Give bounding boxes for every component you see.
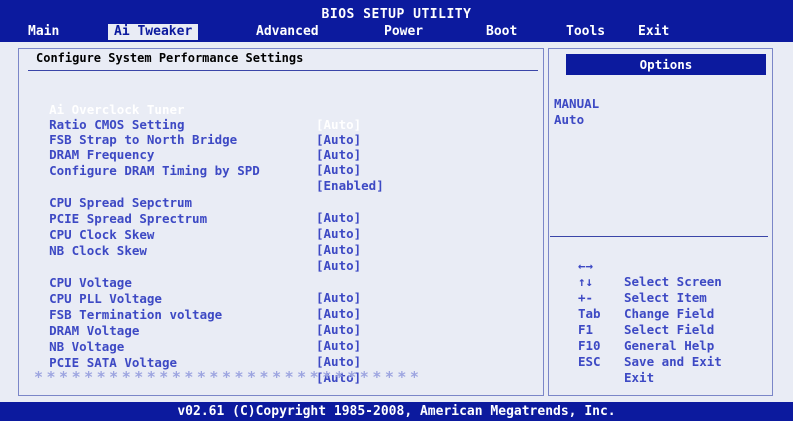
menu-tools[interactable]: Tools	[566, 24, 605, 40]
setting-value[interactable]: [Auto]	[316, 162, 361, 177]
setting-value[interactable]: [Auto]	[316, 226, 361, 241]
menu-ai-tweaker[interactable]: Ai Tweaker	[108, 24, 199, 40]
setting-value[interactable]: [Enabled]	[316, 178, 384, 193]
menu-advanced[interactable]: Advanced	[256, 24, 319, 40]
option-item[interactable]: Auto	[554, 112, 599, 128]
help-row: F10 Save and Exit	[0, 322, 793, 369]
setting-row-ai-overclock-tuner[interactable]: Ai Overclock Tuner [Auto]	[34, 87, 361, 132]
help-row: F1 General Help	[0, 306, 793, 353]
setting-value[interactable]: [Auto]	[316, 210, 361, 225]
help-row: ↑↓ Select Item	[0, 258, 793, 305]
setting-value[interactable]: [Auto]	[316, 147, 361, 162]
menu-power[interactable]: Power	[384, 24, 423, 40]
setting-row-dram-timing-spd[interactable]: Configure DRAM Timing by SPD [Enabled]	[34, 148, 384, 193]
help-text: Save and Exit	[624, 354, 722, 369]
setting-row-nb-clock-skew[interactable]: NB Clock Skew [Auto]	[34, 228, 361, 273]
setting-row-cpu-clock-skew[interactable]: CPU Clock Skew [Auto]	[34, 212, 361, 257]
help-row: ESC Exit	[0, 338, 793, 385]
setting-row-cpu-spread-spectrum[interactable]: CPU Spread Sepctrum [Auto]	[34, 180, 361, 225]
options-list: MANUAL Auto	[554, 96, 599, 128]
menu-main[interactable]: Main	[28, 24, 59, 40]
help-text: Exit	[624, 370, 655, 385]
options-title: Options	[566, 54, 766, 75]
menu-exit[interactable]: Exit	[638, 24, 669, 40]
setting-value[interactable]: [Auto]	[316, 132, 361, 147]
bios-title: BIOS SETUP UTILITY	[321, 7, 472, 22]
divider	[28, 70, 538, 71]
setting-row-dram-frequency[interactable]: DRAM Frequency [Auto]	[34, 132, 361, 177]
setting-row-pcie-spread-spectrum[interactable]: PCIE Spread Sprectrum [Auto]	[34, 196, 361, 241]
setting-row-fsb-strap[interactable]: FSB Strap to North Bridge [Auto]	[34, 117, 361, 162]
stars-separator: *******************************	[34, 368, 423, 386]
menu-bar: BIOS SETUP UTILITY Main Ai Tweaker Advan…	[0, 0, 793, 42]
setting-value[interactable]: [Auto]	[316, 117, 361, 132]
option-item[interactable]: MANUAL	[554, 96, 599, 112]
copyright-footer: v02.61 (C)Copyright 1985-2008, American …	[0, 402, 793, 421]
help-row: +- Change Field	[0, 274, 793, 321]
help-divider	[550, 236, 768, 237]
setting-row-ratio-cmos[interactable]: Ratio CMOS Setting [Auto]	[34, 102, 361, 147]
help-row: ←→ Select Screen	[0, 242, 793, 289]
help-row: Tab Select Field	[0, 290, 793, 337]
panel-heading: Configure System Performance Settings	[36, 51, 304, 65]
help-key: ESC	[578, 354, 601, 369]
menu-boot[interactable]: Boot	[486, 24, 517, 40]
setting-value[interactable]: [Auto]	[316, 354, 361, 369]
setting-label: Configure DRAM Timing by SPD	[49, 163, 260, 178]
